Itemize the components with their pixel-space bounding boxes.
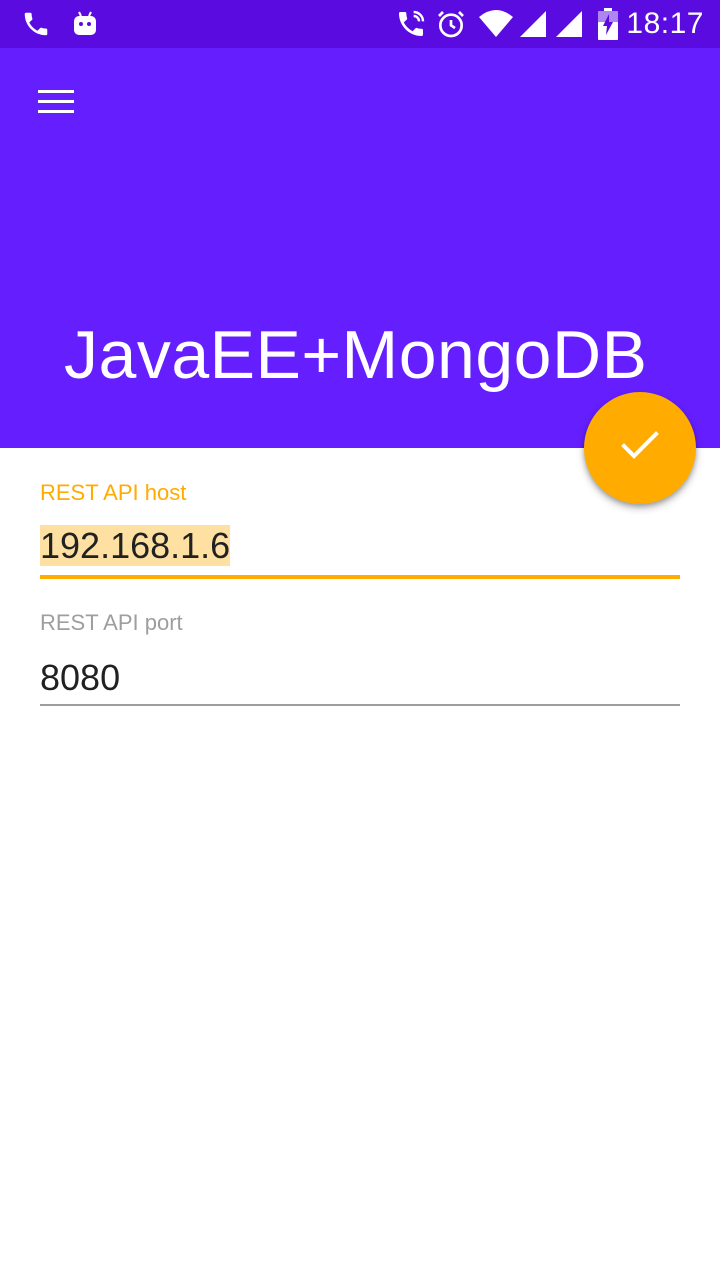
rest-api-host-field[interactable]: REST API host 192.168.1.6 [40,480,680,590]
wifi-icon [478,0,514,48]
rest-api-host-underline [40,575,680,579]
check-icon [620,430,660,466]
status-bar: 18:17 [0,0,720,48]
wifi-call-icon [394,0,428,48]
hamburger-menu-icon [36,86,76,122]
rest-api-port-label: REST API port [40,610,183,635]
signal-icon-2 [554,0,584,48]
rest-api-port-field[interactable]: REST API port 8080 [40,610,680,710]
status-time: 18:17 [626,7,704,40]
rest-api-port-underline [40,704,680,706]
menu-button[interactable] [20,68,92,140]
app-title: JavaEE+MongoDB [64,317,648,393]
phone-icon [20,0,52,48]
signal-icon [518,0,548,48]
alarm-icon [434,0,468,48]
battery-charging-icon [596,0,620,48]
rest-api-host-input[interactable]: 192.168.1.6 [40,522,231,570]
android-icon [70,0,100,48]
rest-api-host-value[interactable]: 192.168.1.6 [40,525,231,566]
app-bar: JavaEE+MongoDB [0,48,720,448]
rest-api-port-input[interactable]: 8080 [40,654,120,702]
rest-api-host-label: REST API host [40,480,187,505]
